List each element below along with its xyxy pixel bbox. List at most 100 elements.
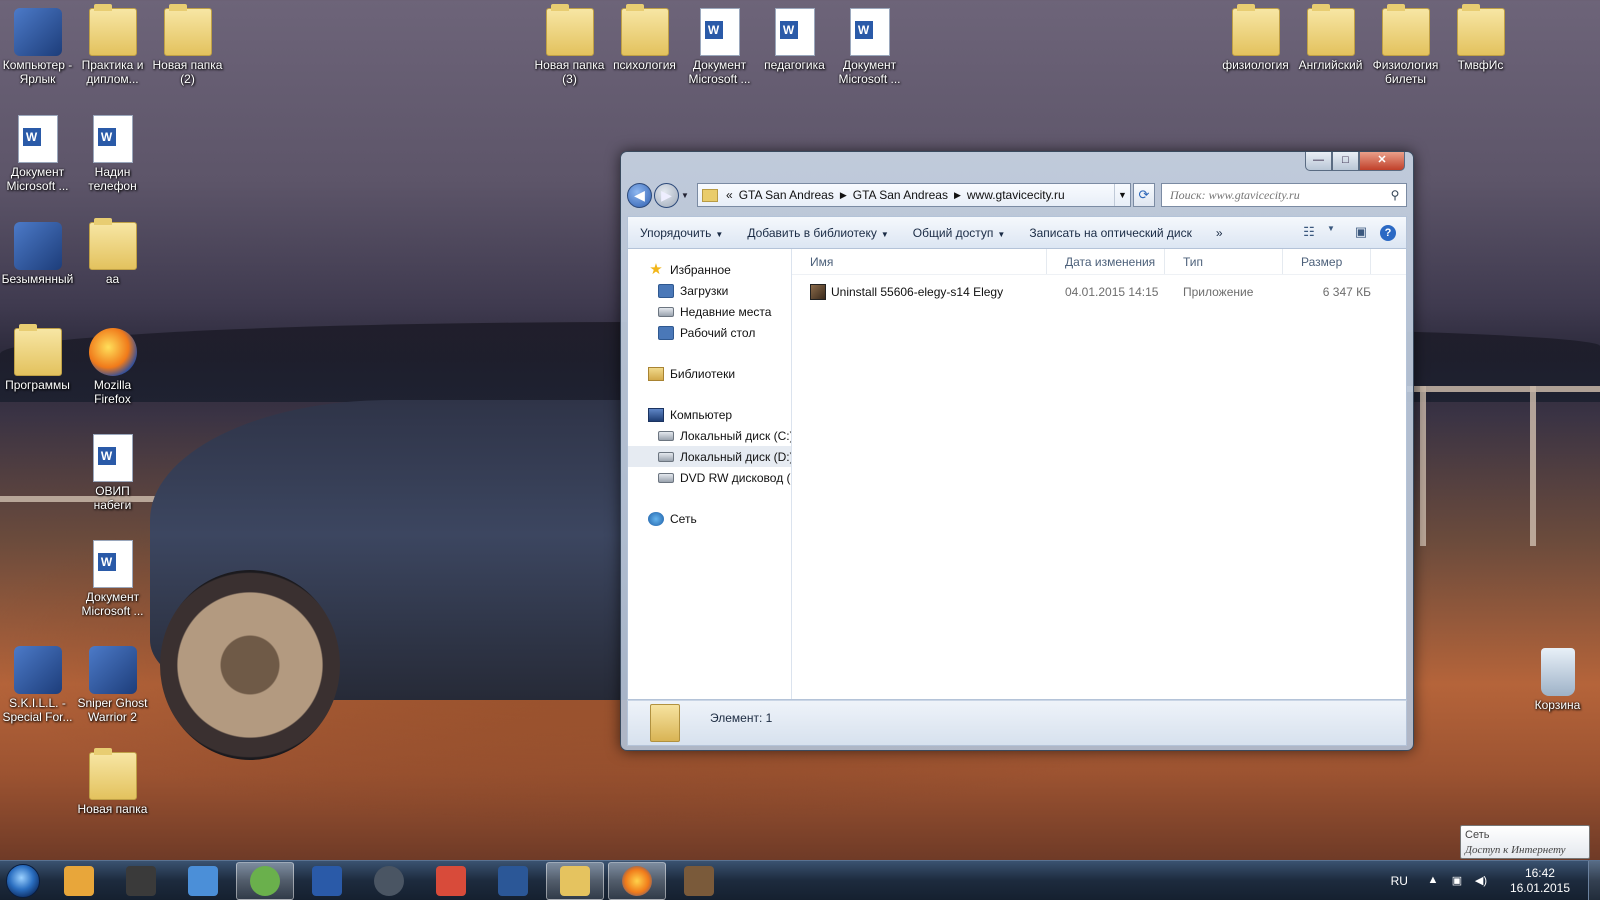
desktop-icon-physiology[interactable]: физиология [1218, 4, 1293, 72]
nav-label: Рабочий стол [680, 325, 756, 340]
taskbar-steam[interactable] [360, 862, 418, 900]
desktop-icon-english[interactable]: Английский [1293, 4, 1368, 72]
nav-computer[interactable]: Компьютер [628, 404, 791, 425]
word-document-icon [699, 8, 740, 56]
breadcrumb-separator-icon[interactable]: ▶ [954, 190, 961, 201]
preview-pane-icon[interactable]: ▣ [1350, 224, 1372, 242]
forward-button[interactable]: ▶ [654, 182, 679, 208]
desktop-icon-nadin-phone[interactable]: Надин телефон [75, 115, 150, 193]
recent-pages-dropdown[interactable]: ▼ [681, 191, 691, 200]
desktop-icon-new-folder[interactable]: Новая папка [75, 748, 150, 816]
taskbar-media-player[interactable] [50, 862, 108, 900]
change-view-icon[interactable]: ☷ [1298, 224, 1320, 242]
libraries-icon [648, 366, 664, 381]
view-options-dropdown-icon[interactable]: ▼ [1320, 224, 1342, 242]
help-icon[interactable]: ? [1380, 224, 1396, 241]
desktop-icon-pedagogy[interactable]: педагогика [757, 8, 832, 72]
taskbar-volume-app[interactable] [174, 862, 232, 900]
firefox-icon [88, 328, 137, 376]
breadcrumb-item[interactable]: GTA San Andreas [739, 188, 834, 202]
start-button[interactable] [0, 861, 46, 900]
nav-desktop[interactable]: Рабочий стол [628, 322, 791, 343]
search-input[interactable] [1170, 187, 1384, 203]
close-button[interactable]: ✕ [1359, 152, 1405, 171]
desktop-icon-new-folder-3[interactable]: Новая папка (3) [532, 4, 607, 86]
add-to-library-menu[interactable]: Добавить в библиотеку ▼ [747, 226, 888, 240]
breadcrumb-separator-icon[interactable]: ▶ [840, 190, 847, 201]
folder-icon [88, 748, 137, 800]
language-indicator[interactable]: RU [1391, 874, 1408, 888]
desktop-icon-untitled[interactable]: Безымянный [0, 222, 75, 286]
desktop-icon-word-doc[interactable]: Документ Microsoft ... [75, 540, 150, 618]
word-document-icon [92, 115, 133, 163]
burn-button[interactable]: Записать на оптический диск [1029, 226, 1192, 240]
breadcrumb-item[interactable]: www.gtavicecity.ru [967, 188, 1065, 202]
desktop-icon-recycle-bin[interactable]: Корзина [1520, 648, 1595, 712]
desktop-icon-word-doc[interactable]: Документ Microsoft ... [0, 115, 75, 193]
folder-icon [1456, 4, 1505, 56]
nav-network[interactable]: Сеть [628, 508, 791, 529]
explorer-window[interactable]: — □ ✕ ◀ ▶ ▼ « GTA San Andreas ▶ GTA San … [620, 151, 1414, 751]
taskbar-word-2003[interactable] [298, 862, 356, 900]
desktop-icon-computer[interactable]: Компьютер - Ярлык [0, 8, 75, 86]
desktop-icon-word-doc[interactable]: Документ Microsoft ... [832, 8, 907, 86]
volume-icon[interactable]: ◀) [1474, 874, 1488, 888]
organize-menu[interactable]: Упорядочить ▼ [640, 226, 723, 240]
desktop-icon-new-folder-2[interactable]: Новая папка (2) [150, 4, 225, 86]
nav-favorites[interactable]: ★ Избранное [628, 259, 791, 280]
desktop-icon-label: психология [613, 58, 676, 72]
more-commands-button[interactable]: » [1216, 226, 1223, 240]
nav-recent-places[interactable]: Недавние места [628, 301, 791, 322]
desktop-icon-practice-folder[interactable]: Практика и диплом... [75, 4, 150, 86]
search-box[interactable]: ⚲ [1161, 183, 1407, 207]
taskbar-rubiks-cube[interactable] [422, 862, 480, 900]
file-name-cell: Uninstall 55606-elegy-s14 Elegy [792, 284, 1047, 300]
network-icon[interactable]: ▣ [1450, 874, 1464, 888]
minimize-button[interactable]: — [1305, 152, 1332, 171]
background-car-wheel [160, 570, 340, 760]
column-header-name[interactable]: Имя [792, 249, 1047, 274]
nav-drive-d[interactable]: Локальный диск (D:) [628, 446, 791, 467]
address-bar[interactable]: « GTA San Andreas ▶ GTA San Andreas ▶ ww… [697, 183, 1131, 207]
desktop-icon-word-doc[interactable]: Документ Microsoft ... [682, 8, 757, 86]
show-hidden-icons-icon[interactable]: ▲ [1426, 874, 1440, 888]
column-header-size[interactable]: Размер [1283, 249, 1371, 274]
desktop-icon-psychology[interactable]: психология [607, 4, 682, 72]
taskbar-firefox[interactable] [608, 861, 666, 900]
maximize-button[interactable]: □ [1332, 152, 1359, 171]
chevron-down-icon: ▼ [997, 229, 1006, 239]
address-history-dropdown[interactable]: ▼ [1114, 184, 1130, 206]
desktop-icon-aa[interactable]: аа [75, 218, 150, 286]
nav-downloads[interactable]: Загрузки [628, 280, 791, 301]
desktop-icon-label: Mozilla Firefox [93, 378, 132, 406]
desktop-icon-programs[interactable]: Программы [0, 324, 75, 392]
desktop-icon-physiology-tickets[interactable]: Физиология билеты [1368, 4, 1443, 86]
column-header-type[interactable]: Тип [1165, 249, 1283, 274]
column-header-modified[interactable]: Дата изменения [1047, 249, 1165, 274]
refresh-button[interactable]: ⟳ [1133, 183, 1155, 207]
taskbar-game-face[interactable] [670, 862, 728, 900]
search-icon[interactable]: ⚲ [1384, 188, 1406, 202]
nav-drive-c[interactable]: Локальный диск (C:) [628, 425, 791, 446]
desktop-icon-firefox[interactable]: Mozilla Firefox [75, 328, 150, 406]
nav-libraries[interactable]: Библиотеки [628, 363, 791, 384]
clock[interactable]: 16:42 16.01.2015 [1510, 866, 1570, 896]
taskbar-game-character[interactable] [112, 862, 170, 900]
breadcrumb-item[interactable]: GTA San Andreas [853, 188, 948, 202]
share-menu[interactable]: Общий доступ ▼ [913, 226, 1006, 240]
nav-label: Избранное [670, 262, 731, 277]
desktop-icon-sniper-ghost[interactable]: Sniper Ghost Warrior 2 [75, 646, 150, 724]
desktop-icon-label: педагогика [764, 58, 825, 72]
breadcrumb-overflow[interactable]: « [726, 188, 733, 202]
windows-orb-icon [6, 863, 40, 898]
back-button[interactable]: ◀ [627, 182, 652, 208]
desktop-icon-ovip-archive[interactable]: ОВИП набеги [75, 434, 150, 512]
show-desktop-button[interactable] [1588, 860, 1600, 900]
taskbar-word[interactable] [484, 862, 542, 900]
desktop-icon-tmvfis[interactable]: ТмвфИс [1443, 4, 1518, 72]
desktop-icon-skill-game[interactable]: S.K.I.L.L. - Special For... [0, 646, 75, 724]
file-row[interactable]: Uninstall 55606-elegy-s14 Elegy 04.01.20… [792, 281, 1406, 303]
taskbar-utorrent[interactable] [236, 861, 294, 900]
taskbar-explorer[interactable] [546, 861, 604, 900]
nav-dvd-drive[interactable]: DVD RW дисковод (E: [628, 467, 791, 488]
